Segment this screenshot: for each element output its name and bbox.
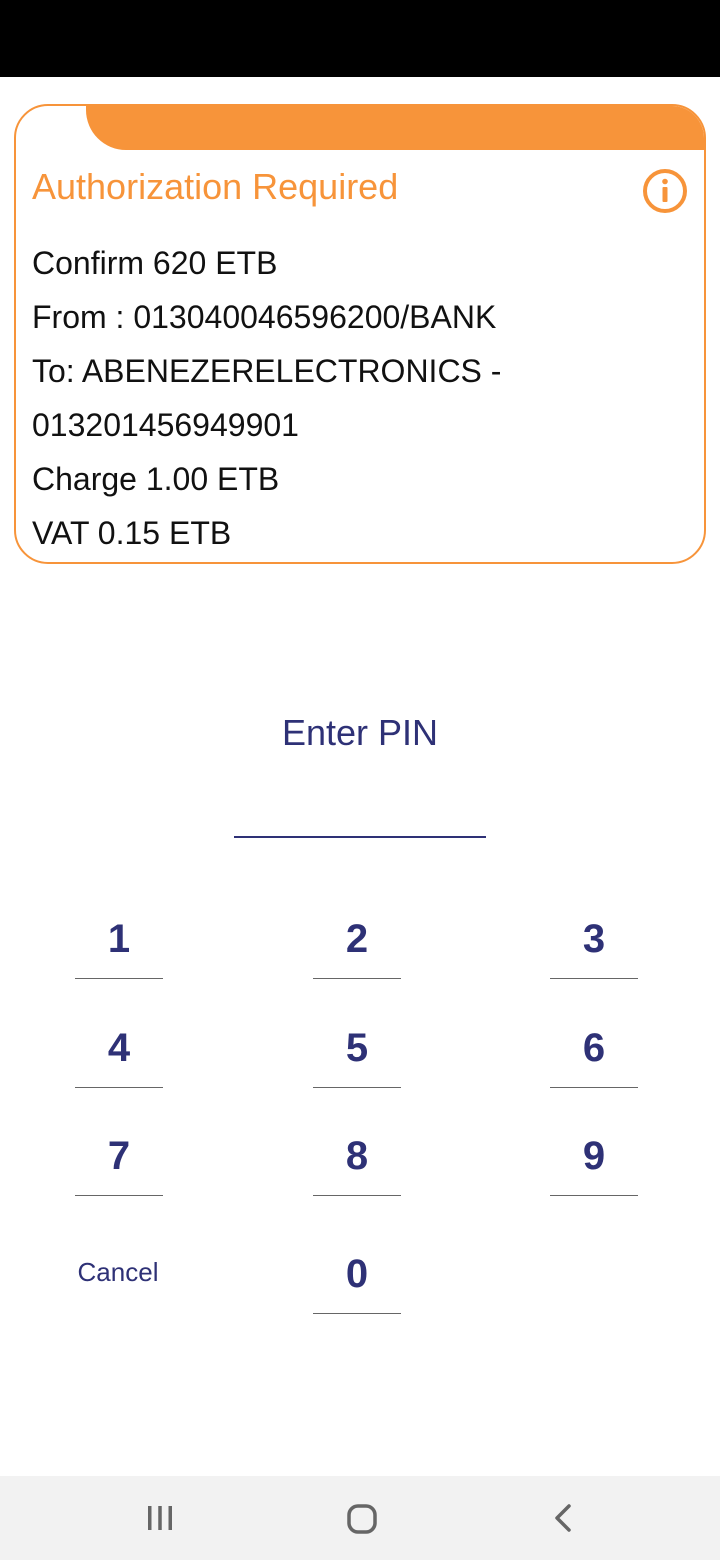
vat-amount: VAT 0.15 ETB xyxy=(32,515,232,551)
charge-amount: Charge 1.00 ETB xyxy=(32,461,280,497)
key-9[interactable]: 9 xyxy=(550,1116,638,1196)
cancel-button[interactable]: Cancel xyxy=(58,1250,178,1294)
back-icon[interactable] xyxy=(542,1496,586,1540)
key-8[interactable]: 8 xyxy=(313,1116,401,1196)
transaction-details: Confirm 620 ETB From : 013040046596200/B… xyxy=(32,236,682,560)
key-3[interactable]: 3 xyxy=(550,899,638,979)
key-6[interactable]: 6 xyxy=(550,1008,638,1088)
authorization-card: Authorization Required Confirm 620 ETB F… xyxy=(14,104,706,564)
card-header-banner xyxy=(86,106,704,150)
confirm-amount: Confirm 620 ETB xyxy=(32,245,278,281)
recents-icon[interactable] xyxy=(138,1496,182,1540)
key-7[interactable]: 7 xyxy=(75,1116,163,1196)
info-icon[interactable] xyxy=(642,168,688,214)
from-account: From : 013040046596200/BANK xyxy=(32,299,497,335)
status-bar xyxy=(0,0,720,77)
key-2[interactable]: 2 xyxy=(313,899,401,979)
home-icon[interactable] xyxy=(340,1496,384,1540)
to-account-number: 013201456949901 xyxy=(32,407,299,443)
to-recipient: To: ABENEZERELECTRONICS - xyxy=(32,353,502,389)
key-1[interactable]: 1 xyxy=(75,899,163,979)
key-4[interactable]: 4 xyxy=(75,1008,163,1088)
card-title: Authorization Required xyxy=(32,166,399,207)
key-5[interactable]: 5 xyxy=(313,1008,401,1088)
pin-input[interactable] xyxy=(234,790,486,838)
navigation-bar xyxy=(0,1476,720,1560)
key-0[interactable]: 0 xyxy=(313,1234,401,1314)
enter-pin-title: Enter PIN xyxy=(281,712,439,753)
